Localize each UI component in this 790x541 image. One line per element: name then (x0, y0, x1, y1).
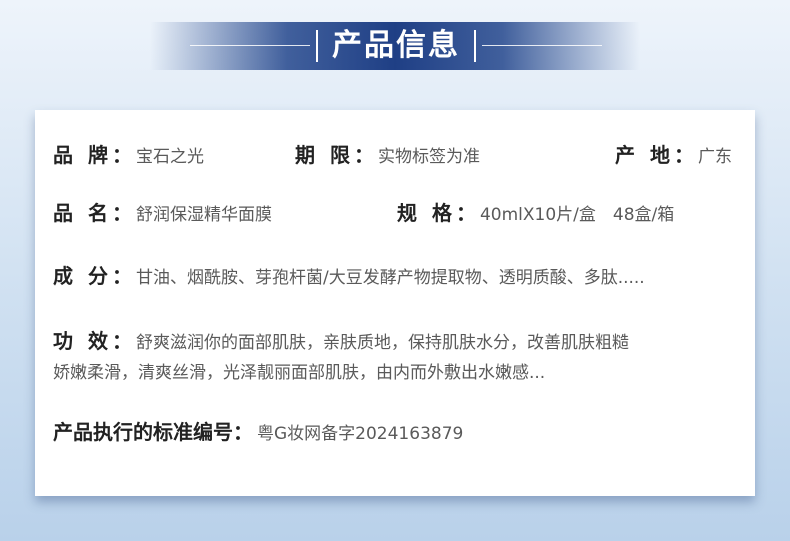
header-line-right (482, 45, 602, 46)
effect-continuation-row: 娇嫩柔滑，清爽丝滑，光泽靓丽面部肌肤，由内而外敷出水嫩感... (53, 360, 545, 386)
effect-colon: ： (111, 329, 132, 353)
brand-label: 品 牌 (53, 143, 112, 167)
spec-label: 规 格 (397, 201, 456, 225)
ingredients-row: 成 分： 甘油、烟酰胺、芽孢杆菌/大豆发酵产物提取物、透明质酸、多肽..... (53, 263, 645, 291)
ingredients-label: 成 分 (53, 264, 112, 288)
spec-colon: ： (455, 201, 476, 225)
brand-value: 宝石之光 (135, 147, 204, 167)
effect-line-2: 娇嫩柔滑，清爽丝滑，光泽靓丽面部肌肤，由内而外敷出水嫩感... (53, 363, 546, 383)
brand-colon: ： (111, 143, 132, 167)
page-title: 产品信息 (332, 28, 460, 63)
period-colon: ： (353, 143, 374, 167)
spec-value: 40mlX10片/盒 48盒/箱 (479, 205, 675, 225)
ingredients-value: 甘油、烟酰胺、芽孢杆菌/大豆发酵产物提取物、透明质酸、多肽..... (135, 268, 645, 288)
origin-value: 广东 (697, 147, 732, 167)
origin-row: 产 地： 广东 (615, 142, 732, 170)
standard-colon: ： (233, 420, 253, 444)
header-line-left (190, 45, 310, 46)
name-value: 舒润保湿精华面膜 (135, 205, 272, 225)
effect-label: 功 效 (53, 329, 112, 353)
origin-colon: ： (673, 143, 694, 167)
effect-row: 功 效： 舒爽滋润你的面部肌肤，亲肤质地，保持肌肤水分，改善肌肤粗糙 (53, 328, 629, 356)
brand-row: 品 牌： 宝石之光 (53, 142, 204, 170)
header-bar-right (474, 30, 476, 62)
name-label: 品 名 (53, 201, 112, 225)
standard-row: 产品执行的标准编号： 粤G妆网备字2024163879 (53, 419, 463, 447)
name-row: 品 名： 舒润保湿精华面膜 (53, 200, 272, 228)
effect-line-1: 舒爽滋润你的面部肌肤，亲肤质地，保持肌肤水分，改善肌肤粗糙 (135, 333, 629, 353)
section-header: 产品信息 (0, 22, 790, 70)
product-info-card: 品 牌： 宝石之光 期 限： 实物标签为准 产 地： 广东 品 名： 舒润保湿精华面膜 … (35, 110, 755, 496)
period-label: 期 限 (295, 143, 354, 167)
period-row: 期 限： 实物标签为准 (295, 142, 480, 170)
standard-label: 产品执行的标准编号 (53, 420, 233, 444)
period-value: 实物标签为准 (377, 147, 480, 167)
spec-row: 规 格： 40mlX10片/盒 48盒/箱 (397, 200, 674, 228)
ingredients-colon: ： (111, 264, 132, 288)
header-bar-left (316, 30, 318, 62)
name-colon: ： (111, 201, 132, 225)
standard-value: 粤G妆网备字2024163879 (257, 424, 464, 444)
origin-label: 产 地 (615, 143, 674, 167)
